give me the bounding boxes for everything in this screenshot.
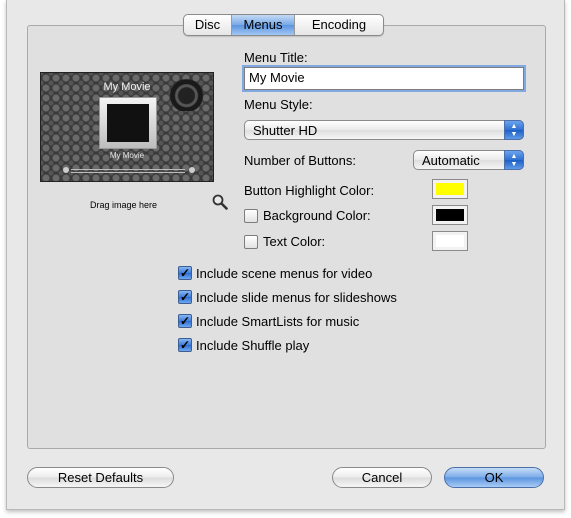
ok-button[interactable]: OK (444, 467, 544, 488)
drag-image-label: Drag image here (90, 200, 158, 210)
text-color-label: Text Color: (263, 234, 326, 249)
magnifier-icon[interactable] (212, 194, 228, 210)
preview-nav-dot (63, 167, 69, 173)
cancel-button[interactable]: Cancel (332, 467, 432, 488)
text-color-checkbox[interactable] (244, 235, 258, 249)
tab-bar: Disc Menus Encoding (183, 14, 384, 36)
tab-disc[interactable]: Disc (184, 15, 232, 35)
slide-menus-checkbox[interactable]: ✓ (178, 290, 192, 304)
number-of-buttons-value: Automatic (422, 153, 480, 168)
smartlists-label: Include SmartLists for music (196, 314, 360, 329)
menu-style-popup[interactable]: Shutter HD ▲ ▼ (244, 120, 524, 140)
number-of-buttons-label: Number of Buttons: (244, 153, 356, 168)
highlight-color-well[interactable] (432, 179, 468, 199)
menu-style-label: Menu Style: (244, 97, 313, 112)
popup-arrows-icon: ▲ ▼ (504, 150, 524, 170)
shuffle-play-label: Include Shuffle play (196, 338, 310, 353)
shuffle-play-checkbox[interactable]: ✓ (178, 338, 192, 352)
scene-menus-label: Include scene menus for video (196, 266, 373, 281)
menu-title-field[interactable]: My Movie (244, 67, 524, 90)
slide-menus-label: Include slide menus for slideshows (196, 290, 397, 305)
reset-defaults-button[interactable]: Reset Defaults (27, 467, 174, 488)
background-color-label: Background Color: (263, 208, 371, 223)
preview-button-bar (71, 169, 185, 173)
menu-preview-image[interactable]: My Movie My Movie (40, 72, 214, 182)
highlight-color-label: Button Highlight Color: (244, 183, 375, 198)
preview-subtitle: My Movie (109, 151, 145, 160)
tab-menus[interactable]: Menus (232, 15, 295, 35)
preview-nav-dot (189, 167, 195, 173)
preview-title: My Movie (103, 81, 151, 93)
preview-frame (99, 97, 157, 149)
tab-encoding[interactable]: Encoding (295, 15, 383, 35)
scene-menus-checkbox[interactable]: ✓ (178, 266, 192, 280)
number-of-buttons-popup[interactable]: Automatic ▲ ▼ (413, 150, 524, 170)
menu-style-value: Shutter HD (253, 123, 318, 138)
background-color-checkbox[interactable] (244, 209, 258, 223)
text-color-well[interactable] (432, 231, 468, 251)
menu-title-label: Menu Title: (244, 50, 308, 65)
smartlists-checkbox[interactable]: ✓ (178, 314, 192, 328)
popup-arrows-icon: ▲ ▼ (504, 120, 524, 140)
background-color-well[interactable] (432, 205, 468, 225)
